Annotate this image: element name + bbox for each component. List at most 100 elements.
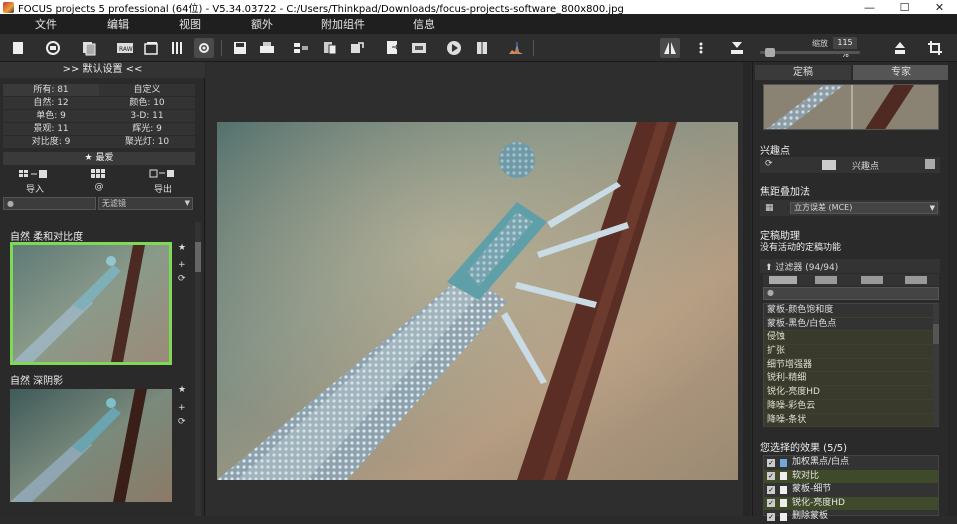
menu-view[interactable]: 视图 [154, 16, 226, 32]
filter-item[interactable]: 降噪-条状 [764, 414, 938, 428]
menu-info[interactable]: 信息 [388, 16, 460, 32]
export-label[interactable]: 导出 [131, 182, 195, 195]
image-size-icon[interactable] [727, 38, 747, 58]
favorites-button[interactable]: ★ 最爱 [3, 152, 195, 165]
import-icon[interactable] [3, 168, 67, 183]
edit-icon[interactable] [925, 159, 935, 169]
sync-icon-2[interactable]: ⟳ [178, 417, 186, 427]
filter-item[interactable]: 锐利-精细 [764, 372, 938, 387]
navigator-thumbnail[interactable] [763, 84, 939, 130]
effect-item[interactable]: ✓ 锐化-亮度HD [764, 496, 938, 510]
effect-item[interactable]: ✓ 删除蒙板 [764, 510, 938, 524]
presets-scrollbar-thumb[interactable] [195, 242, 201, 272]
filter-category-3[interactable] [861, 276, 883, 284]
refresh-icon[interactable] [43, 38, 63, 58]
preset-thumbnail-2[interactable] [10, 389, 172, 502]
presets-header[interactable]: >> 默认设置 << [0, 62, 205, 78]
grid-icon[interactable] [67, 168, 131, 183]
right-panel-scrollbar[interactable] [948, 62, 957, 516]
menu-addons[interactable]: 附加组件 [298, 16, 388, 32]
tab-expert[interactable]: 专家 [853, 65, 949, 80]
export-file-icon[interactable] [383, 38, 403, 58]
export-layout-icon[interactable] [292, 38, 312, 58]
save-icon[interactable] [230, 38, 250, 58]
effect-item[interactable]: ✓ 蒙板-细节 [764, 483, 938, 497]
category-glow[interactable]: 辉光: 9 [99, 123, 195, 136]
favorite-star-icon[interactable]: ★ [178, 243, 186, 253]
book-icon[interactable] [472, 38, 492, 58]
close-button[interactable]: ✕ [922, 1, 957, 14]
favorite-star-icon-2[interactable]: ★ [178, 385, 186, 395]
filter-item[interactable]: 细节增强器 [764, 359, 938, 373]
category-color[interactable]: 颜色: 10 [99, 97, 195, 110]
export-icon[interactable] [131, 168, 195, 183]
sync-icon[interactable]: ⟳ [765, 159, 773, 169]
filters-header[interactable]: ⬆ 过滤器 (94/94) [765, 260, 838, 273]
category-contrast[interactable]: 对比度: 9 [3, 136, 99, 149]
histogram-icon[interactable] [506, 38, 526, 58]
adjust-sliders-icon[interactable] [167, 38, 187, 58]
slideshow-icon[interactable] [409, 38, 429, 58]
import-label[interactable]: 导入 [3, 182, 67, 195]
rectangle-icon[interactable] [822, 160, 836, 170]
menu-file[interactable]: 文件 [10, 16, 82, 32]
category-custom[interactable]: 自定义 [99, 84, 195, 97]
copy-files-icon[interactable] [79, 38, 99, 58]
checkbox-checked-icon[interactable]: ✓ [767, 499, 775, 508]
category-nature[interactable]: 自然: 12 [3, 97, 99, 110]
raw-file-icon[interactable]: RAW [115, 38, 135, 58]
sync-icon[interactable]: ⟳ [178, 274, 186, 284]
preset-search-input[interactable]: ● [3, 197, 96, 210]
checkbox-checked-icon[interactable]: ✓ [767, 458, 775, 467]
category-mono[interactable]: 单色: 9 [3, 110, 99, 123]
filter-dropdown[interactable]: 无滤镜 ▼ [98, 197, 193, 210]
split-view-icon[interactable] [660, 38, 680, 58]
filter-item[interactable]: 锐化-亮度HD [764, 386, 938, 400]
filter-item[interactable]: 扩张 [764, 345, 938, 359]
filter-category-2[interactable] [815, 276, 837, 284]
menu-edit[interactable]: 编辑 [82, 16, 154, 32]
effect-item[interactable]: ✓ 加权黑点/白点 [764, 456, 938, 470]
checkbox-checked-icon[interactable]: ✓ [767, 485, 775, 494]
zoom-slider-track[interactable] [760, 51, 860, 54]
focus-stacking-dropdown[interactable]: 立方误差 (MCE) ▼ [790, 202, 938, 214]
minimize-button[interactable]: — [852, 1, 887, 14]
filter-list-scrollbar-thumb[interactable] [933, 324, 939, 344]
add-icon[interactable]: + [178, 260, 186, 270]
gallery-icon[interactable] [141, 38, 161, 58]
checkbox-checked-icon[interactable]: ✓ [767, 512, 775, 521]
checkbox-checked-icon[interactable]: ✓ [767, 472, 775, 481]
category-landscape[interactable]: 景观: 11 [3, 123, 99, 136]
category-spotlight[interactable]: 聚光灯: 10 [99, 136, 195, 149]
zoom-slider-thumb[interactable] [765, 48, 775, 57]
filter-item[interactable]: 侵蚀 [764, 331, 938, 346]
main-photo[interactable] [217, 122, 738, 480]
menu-extra[interactable]: 额外 [226, 16, 298, 32]
vertical-dots-icon[interactable] [691, 38, 711, 58]
compare-icon[interactable] [320, 38, 340, 58]
crop-icon[interactable] [925, 38, 945, 58]
main-view-scrollbar[interactable] [743, 62, 751, 516]
batch-icon[interactable] [347, 38, 367, 58]
add-icon-2[interactable]: + [178, 403, 186, 413]
filter-item[interactable]: 蒙板-颜色饱和度 [764, 304, 938, 318]
filter-item[interactable]: 降噪-彩色云 [764, 400, 938, 414]
maximize-button[interactable]: ☐ [887, 1, 922, 14]
filter-search-input[interactable]: ● [763, 287, 939, 300]
at-label[interactable]: @ [67, 182, 131, 195]
effect-item[interactable]: ✓ 软对比 [764, 469, 938, 483]
filter-category-4[interactable] [905, 276, 927, 284]
filter-item[interactable]: 蒙板-黑色/白色点 [764, 317, 938, 332]
new-file-icon[interactable] [8, 38, 28, 58]
preset-thumbnail-1[interactable] [10, 242, 172, 365]
zoom-in-icon[interactable] [890, 38, 910, 58]
filter-list-scrollbar[interactable] [933, 304, 939, 426]
print-icon[interactable] [257, 38, 277, 58]
play-icon[interactable] [444, 38, 464, 58]
category-all[interactable]: 所有: 81 [3, 84, 99, 97]
tab-finalize[interactable]: 定稿 [755, 65, 851, 80]
zoom-value[interactable]: 115 % [833, 37, 857, 59]
filter-category-1[interactable] [769, 276, 797, 284]
settings-gear-icon[interactable] [194, 38, 214, 58]
category-3d[interactable]: 3-D: 11 [99, 110, 195, 123]
